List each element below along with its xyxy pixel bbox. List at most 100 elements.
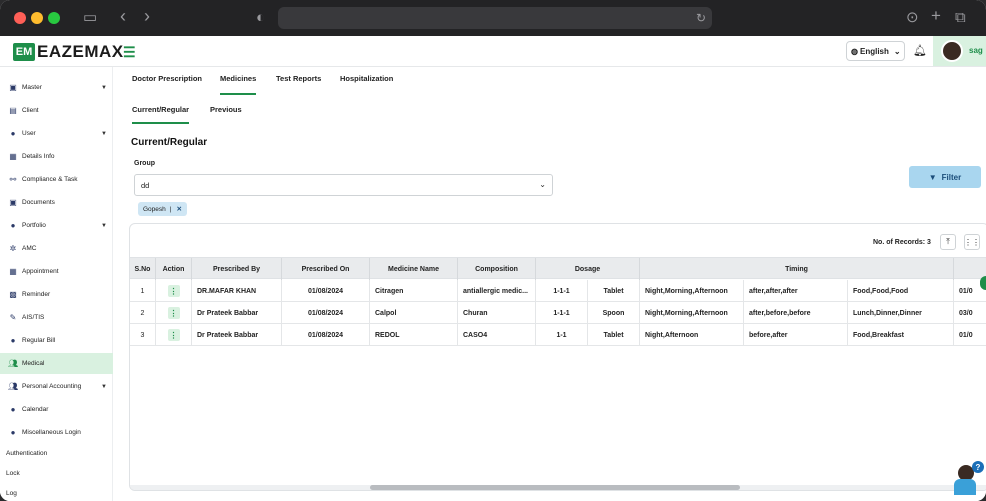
column-header[interactable]: Action	[156, 258, 192, 280]
table-cell: 01/0	[954, 324, 986, 346]
menu-icon[interactable]: ☰	[123, 44, 136, 61]
reload-icon[interactable]: ↻	[696, 8, 706, 28]
subtab-current-regular[interactable]: Current/Regular	[132, 105, 190, 124]
tab-test-reports[interactable]: Test Reports	[276, 74, 321, 83]
action-cell: ⋮	[156, 280, 192, 302]
row-action-menu-icon[interactable]: ⋮	[167, 307, 180, 319]
main-content: Doctor Prescription Medicines Test Repor…	[113, 67, 986, 501]
column-header[interactable]: S.No	[130, 258, 156, 280]
table-cell: CASO4	[458, 324, 536, 346]
medicines-table-card: No. of Records: 3 ⤒ ⋮⋮ S.No Action Prescri…	[129, 223, 986, 491]
minimize-window-button[interactable]	[31, 12, 43, 24]
sidebar-item-regular-bill[interactable]: ● Regular Bill	[0, 330, 113, 351]
language-select[interactable]: ◍ English ⌄	[846, 41, 905, 61]
sidebar-item-label: User	[22, 130, 36, 137]
density-icon[interactable]: ⋮⋮	[964, 234, 980, 250]
tabs-overview-icon[interactable]: ⧉	[955, 8, 966, 28]
sidebar-item-medical[interactable]: 👥︎ Medical	[0, 353, 113, 374]
sidebar-item-details-info[interactable]: ▦ Details Info	[0, 146, 113, 167]
chevron-down-icon: ⌄	[893, 46, 901, 56]
sidebar-item-log[interactable]: Log	[0, 483, 113, 501]
language-label: English	[859, 46, 889, 56]
sidebar-item-amc[interactable]: ✲ AMC	[0, 238, 113, 259]
row-action-menu-icon[interactable]: ⋮	[167, 285, 180, 297]
filter-button[interactable]: ▼ Filter	[909, 166, 981, 188]
sidebar-item-label: Reminder	[22, 291, 51, 298]
subtab-previous[interactable]: Previous	[210, 105, 242, 114]
table-cell: Dr Prateek Babbar	[192, 302, 282, 324]
action-cell: ⋮	[156, 302, 192, 324]
scrollbar-thumb[interactable]	[370, 485, 740, 490]
user-menu[interactable]: sag	[933, 36, 986, 66]
side-handle[interactable]	[980, 276, 986, 290]
table-row[interactable]: 2 ⋮ Dr Prateek Babbar 01/08/2024 Calpol Chura…	[130, 302, 986, 324]
sidebar-item-master[interactable]: ▣ Master ▼	[0, 77, 113, 98]
pen-icon: ✎	[9, 313, 17, 322]
back-icon[interactable]: ‹	[120, 6, 126, 26]
sidebar-item-label: AMC	[22, 245, 37, 252]
assistant-body	[954, 479, 976, 495]
table-cell: before,after	[744, 324, 848, 346]
sidebar-item-reminder[interactable]: ▩ Reminder	[0, 284, 113, 305]
action-cell: ⋮	[156, 324, 192, 346]
user-icon: ●	[10, 405, 16, 414]
sidebar-item-client[interactable]: ▤ Client	[0, 100, 113, 121]
sidebar-item-documents[interactable]: ▣ Documents	[0, 192, 113, 213]
sidebar-item-user[interactable]: ● User ▼	[0, 123, 113, 144]
table-cell: 1-1-1	[536, 280, 588, 302]
forward-icon[interactable]: ›	[144, 6, 150, 26]
tab-hospitalization[interactable]: Hospitalization	[340, 74, 393, 83]
group-select-value: dd	[141, 180, 150, 190]
logo-mark: EM	[13, 42, 35, 61]
table-row[interactable]: 3 ⋮ Dr Prateek Babbar 01/08/2024 REDOL CASO4 1…	[130, 324, 986, 346]
close-window-button[interactable]	[14, 12, 26, 24]
address-bar[interactable]: ↻	[278, 7, 712, 29]
sidebar-item-ais-tis[interactable]: ✎ AIS/TIS	[0, 307, 113, 328]
horizontal-scrollbar[interactable]	[130, 485, 986, 490]
column-header[interactable]: Prescribed By	[192, 258, 282, 280]
column-header[interactable]: Medicine Name	[370, 258, 458, 280]
tab-doctor-prescription[interactable]: Doctor Prescription	[132, 74, 202, 83]
new-tab-icon[interactable]: +	[931, 6, 941, 26]
logo[interactable]: EM EAZEMAX	[13, 42, 124, 61]
table-cell: DR.MAFAR KHAN	[192, 280, 282, 302]
bell-icon: ▩	[9, 290, 17, 299]
notification-bell-icon[interactable]: 🔔︎	[913, 44, 927, 57]
tab-medicines[interactable]: Medicines	[220, 74, 257, 95]
sidebar-item-authentication[interactable]: Authentication	[0, 443, 113, 464]
table-cell: Food,Food,Food	[848, 280, 954, 302]
row-action-menu-icon[interactable]: ⋮	[167, 329, 180, 341]
column-filter-icon[interactable]: ⤒	[940, 234, 956, 250]
user-icon: ●	[10, 129, 16, 138]
group-select[interactable]: dd ⌄	[134, 174, 553, 196]
download-icon[interactable]: ⊙	[906, 8, 919, 28]
chevron-down-icon: ▼	[101, 130, 107, 137]
chip-close-icon[interactable]: ✕	[176, 205, 181, 213]
sidebar-item-calendar[interactable]: ● Calendar	[0, 399, 113, 420]
sidebar-item-lock[interactable]: Lock	[0, 463, 113, 484]
chip-separator: |	[169, 205, 172, 213]
shield-icon[interactable]: ◐	[256, 8, 265, 28]
section-title: Current/Regular	[131, 137, 208, 148]
column-header[interactable]: Dosage	[536, 258, 640, 280]
group-label: Group	[134, 160, 155, 167]
filter-label: Filter	[941, 172, 962, 182]
folder-icon: ▣	[9, 83, 17, 92]
table-row[interactable]: 1 ⋮ DR.MAFAR KHAN 01/08/2024 Citragen antiall…	[130, 280, 986, 302]
sidebar-item-portfolio[interactable]: ● Portfolio ▼	[0, 215, 113, 236]
sidebar: ▣ Master ▼ ▤ Client ● User ▼ ▦ Details Info ⚯ Compl…	[0, 67, 113, 501]
column-header[interactable]: Timing	[640, 258, 954, 280]
column-header[interactable]: Composition	[458, 258, 536, 280]
column-header[interactable]: Prescribed On	[282, 258, 370, 280]
sidebar-item-appointment[interactable]: ▦ Appointment	[0, 261, 113, 282]
document-icon: ▦	[9, 267, 17, 276]
sidebar-item-compliance-task[interactable]: ⚯ Compliance & Task	[0, 169, 113, 190]
table-cell: Calpol	[370, 302, 458, 324]
user-name: sag	[969, 46, 983, 55]
help-assistant[interactable]: ?	[952, 461, 984, 497]
sidebar-item-miscellaneous-login[interactable]: ● Miscellaneous Login	[0, 422, 113, 443]
sidebar-item-personal-accounting[interactable]: 👥︎ Personal Accounting ▼	[0, 376, 113, 397]
sidebar-toggle-icon[interactable]: ▭	[83, 8, 97, 28]
table-cell: 1-1-1	[536, 302, 588, 324]
maximize-window-button[interactable]	[48, 12, 60, 24]
